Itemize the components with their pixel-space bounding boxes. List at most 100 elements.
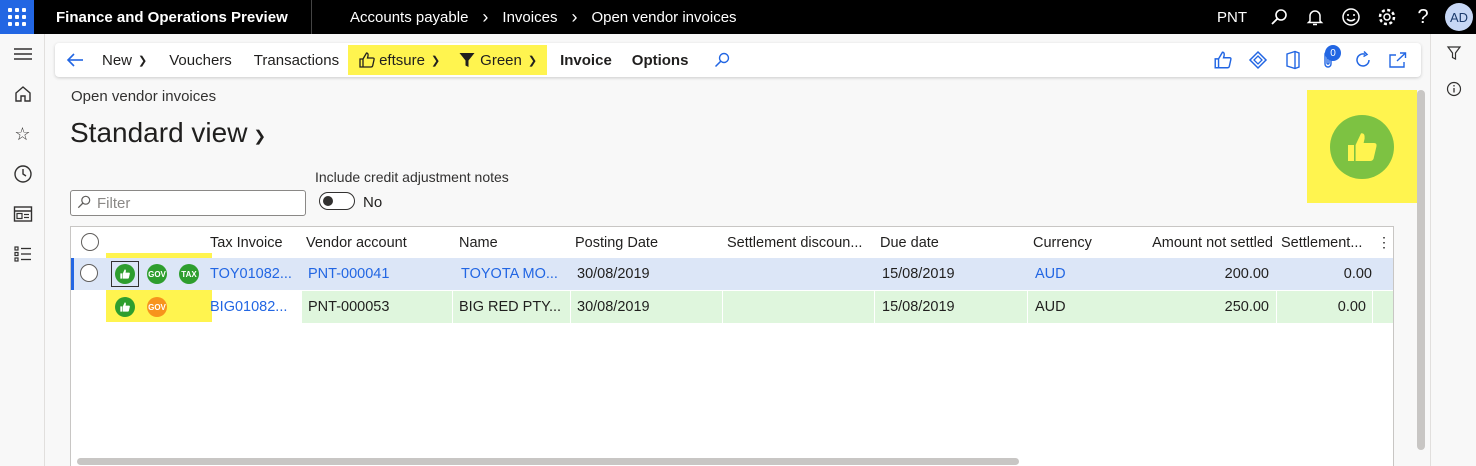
cell-tax-invoice[interactable]: BIG01082... <box>210 291 302 323</box>
open-new-icon <box>1388 52 1406 68</box>
expand-nav-button[interactable] <box>0 34 45 74</box>
view-selector[interactable]: Standard view ❯ <box>70 117 266 149</box>
feedback-button[interactable] <box>1333 0 1369 34</box>
home-button[interactable] <box>0 74 45 114</box>
credit-notes-toggle[interactable] <box>319 192 355 210</box>
hamburger-icon <box>13 48 32 60</box>
refresh-button[interactable] <box>1345 43 1380 77</box>
refresh-icon <box>1355 50 1370 67</box>
cell-due-date: 15/08/2019 <box>875 291 1027 323</box>
table-row[interactable]: GOV BIG01082... PNT-000053 BIG RED PTY..… <box>71 291 1393 323</box>
row-select-radio[interactable] <box>80 264 98 282</box>
filter-pane-button[interactable] <box>1431 34 1476 72</box>
gov-status-icon: GOV <box>147 297 167 317</box>
favorites-button[interactable]: ☆ <box>0 114 45 154</box>
new-label: New <box>102 51 133 69</box>
chevron-down-icon: ❯ <box>527 54 538 67</box>
breadcrumb: Accounts payable › Invoices › Open vendo… <box>350 7 737 28</box>
app-launcher-button[interactable] <box>0 0 34 34</box>
app-title[interactable]: Finance and Operations Preview <box>56 9 311 26</box>
eftsure-verify-button[interactable] <box>1205 43 1240 77</box>
notifications-button[interactable] <box>1297 0 1333 34</box>
cell-settlement-discount <box>723 291 874 323</box>
col-amount-not-settled[interactable]: Amount not settled <box>1152 235 1273 251</box>
chevron-right-icon: › <box>482 6 489 27</box>
tax-status-icon: TAX <box>179 264 199 284</box>
col-name[interactable]: Name <box>459 235 498 251</box>
back-button[interactable] <box>55 43 95 77</box>
green-filter-button[interactable]: Green ❯ <box>458 43 537 77</box>
help-icon: ? <box>1417 5 1429 28</box>
search-button[interactable] <box>1261 0 1297 34</box>
col-currency[interactable]: Currency <box>1033 235 1092 251</box>
power-apps-button[interactable] <box>1240 43 1275 77</box>
horizontal-scrollbar[interactable] <box>77 458 1019 465</box>
options-tab[interactable]: Options <box>625 43 696 77</box>
col-vendor-account[interactable]: Vendor account <box>306 235 407 251</box>
gear-icon <box>1378 8 1396 26</box>
breadcrumb-invoices[interactable]: Invoices <box>502 9 557 26</box>
app-launcher-icon <box>8 8 26 26</box>
eftsure-label: eftsure <box>379 51 425 69</box>
cell-name[interactable]: TOYOTA MO... <box>461 258 571 290</box>
help-button[interactable]: ? <box>1405 0 1441 34</box>
cell-vendor-account[interactable]: PNT-000053 <box>302 291 452 323</box>
attachments-button[interactable]: 0 <box>1310 43 1345 77</box>
smiley-icon <box>1342 8 1360 26</box>
workspaces-button[interactable] <box>0 194 45 234</box>
col-tax-invoice[interactable]: Tax Invoice <box>210 235 283 251</box>
green-label: Green <box>480 51 522 69</box>
search-icon <box>77 195 91 212</box>
cell-settlement: 0.00 <box>1277 291 1372 323</box>
cell-settlement: 0.00 <box>1343 266 1372 282</box>
col-posting-date[interactable]: Posting Date <box>575 235 658 251</box>
user-avatar[interactable]: AD <box>1445 3 1473 31</box>
workspace-icon <box>13 206 32 222</box>
diamond-icon <box>1248 50 1267 70</box>
chevron-right-icon: › <box>571 6 578 27</box>
filter-box <box>70 190 306 216</box>
search-icon <box>715 52 730 68</box>
column-options-icon[interactable]: ⋮ <box>1377 234 1391 251</box>
info-icon <box>1446 81 1462 97</box>
filter-input[interactable] <box>97 194 297 212</box>
chevron-down-icon: ❯ <box>138 54 148 67</box>
invoice-tab[interactable]: Invoice <box>553 43 619 77</box>
cell-trailing <box>1373 291 1393 323</box>
filter-icon <box>1446 46 1462 60</box>
action-search-button[interactable] <box>707 43 737 77</box>
info-button[interactable] <box>1431 72 1476 106</box>
modules-button[interactable] <box>0 234 45 274</box>
gov-status-icon: GOV <box>147 264 167 284</box>
col-settlement-discount[interactable]: Settlement discoun... <box>727 235 862 251</box>
cell-amount-not-settled: 250.00 <box>1224 299 1269 315</box>
cell-settlement-discount <box>729 258 877 290</box>
attachment-count-badge: 0 <box>1325 45 1341 61</box>
cell-tax-invoice[interactable]: TOY01082... <box>210 258 302 290</box>
cell-vendor-account[interactable]: PNT-000041 <box>308 258 454 290</box>
recent-button[interactable] <box>0 154 45 194</box>
eftsure-status-highlight <box>1307 90 1417 203</box>
transactions-button[interactable]: Transactions <box>247 43 346 77</box>
breadcrumb-accounts-payable[interactable]: Accounts payable <box>350 9 468 26</box>
grid-header: Tax Invoice Vendor account Name Posting … <box>71 227 1393 258</box>
table-row[interactable]: GOV TAX TOY01082... PNT-000041 TOYOTA MO… <box>71 258 1393 290</box>
new-button[interactable]: New ❯ <box>95 43 154 77</box>
cell-currency[interactable]: AUD <box>1035 258 1135 290</box>
cell-posting-date: 30/08/2019 <box>571 291 722 323</box>
invoice-grid: Tax Invoice Vendor account Name Posting … <box>70 226 1394 466</box>
settings-button[interactable] <box>1369 0 1405 34</box>
vouchers-button[interactable]: Vouchers <box>162 43 239 77</box>
col-due-date[interactable]: Due date <box>880 235 939 251</box>
breadcrumb-open-vendor-invoices[interactable]: Open vendor invoices <box>591 9 736 26</box>
col-settlement[interactable]: Settlement... <box>1281 235 1362 251</box>
eftsure-menu-button[interactable]: eftsure ❯ <box>358 43 440 77</box>
company-picker[interactable]: PNT <box>1217 9 1247 26</box>
vertical-scrollbar[interactable] <box>1417 90 1425 450</box>
credit-notes-toggle-value: No <box>363 194 383 211</box>
office-button[interactable] <box>1275 43 1310 77</box>
open-new-window-button[interactable] <box>1380 43 1415 77</box>
select-all-radio[interactable] <box>81 233 99 251</box>
topbar-divider <box>311 0 312 34</box>
action-pane: New ❯ Vouchers Transactions eftsure ❯ Gr… <box>55 43 1421 77</box>
